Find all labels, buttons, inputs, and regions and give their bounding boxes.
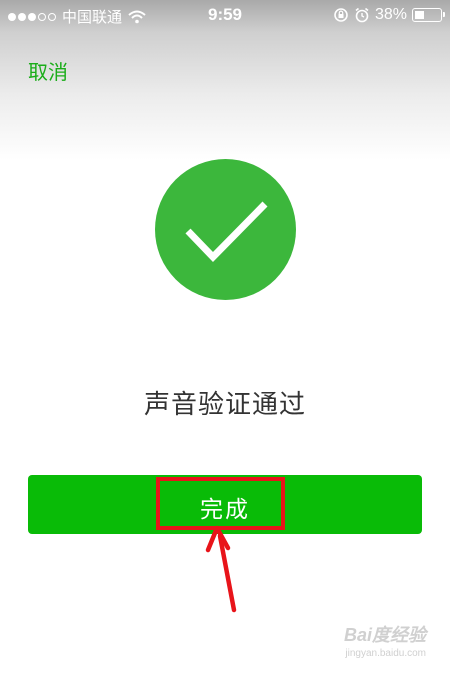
battery-icon xyxy=(412,8,445,22)
cancel-button[interactable]: 取消 xyxy=(28,56,68,85)
battery-percent: 38% xyxy=(374,6,407,23)
verification-result-text: 声音验证通过 xyxy=(143,390,306,420)
checkmark-circle-icon xyxy=(155,159,296,300)
status-right: 38% xyxy=(333,6,445,24)
watermark-url: jingyan.baidu.com xyxy=(345,648,426,659)
alarm-icon xyxy=(355,7,369,23)
status-bar: 中国联通 9:59 38% xyxy=(0,0,450,32)
checkmark-icon xyxy=(185,201,268,263)
battery-fill xyxy=(415,11,424,19)
annotation-arrow-icon xyxy=(205,525,237,613)
watermark-logo: Bai度经验 xyxy=(343,625,426,645)
rotation-lock-icon xyxy=(334,8,348,22)
watermark: Bai度经验 jingyan.baidu.com xyxy=(344,621,426,659)
